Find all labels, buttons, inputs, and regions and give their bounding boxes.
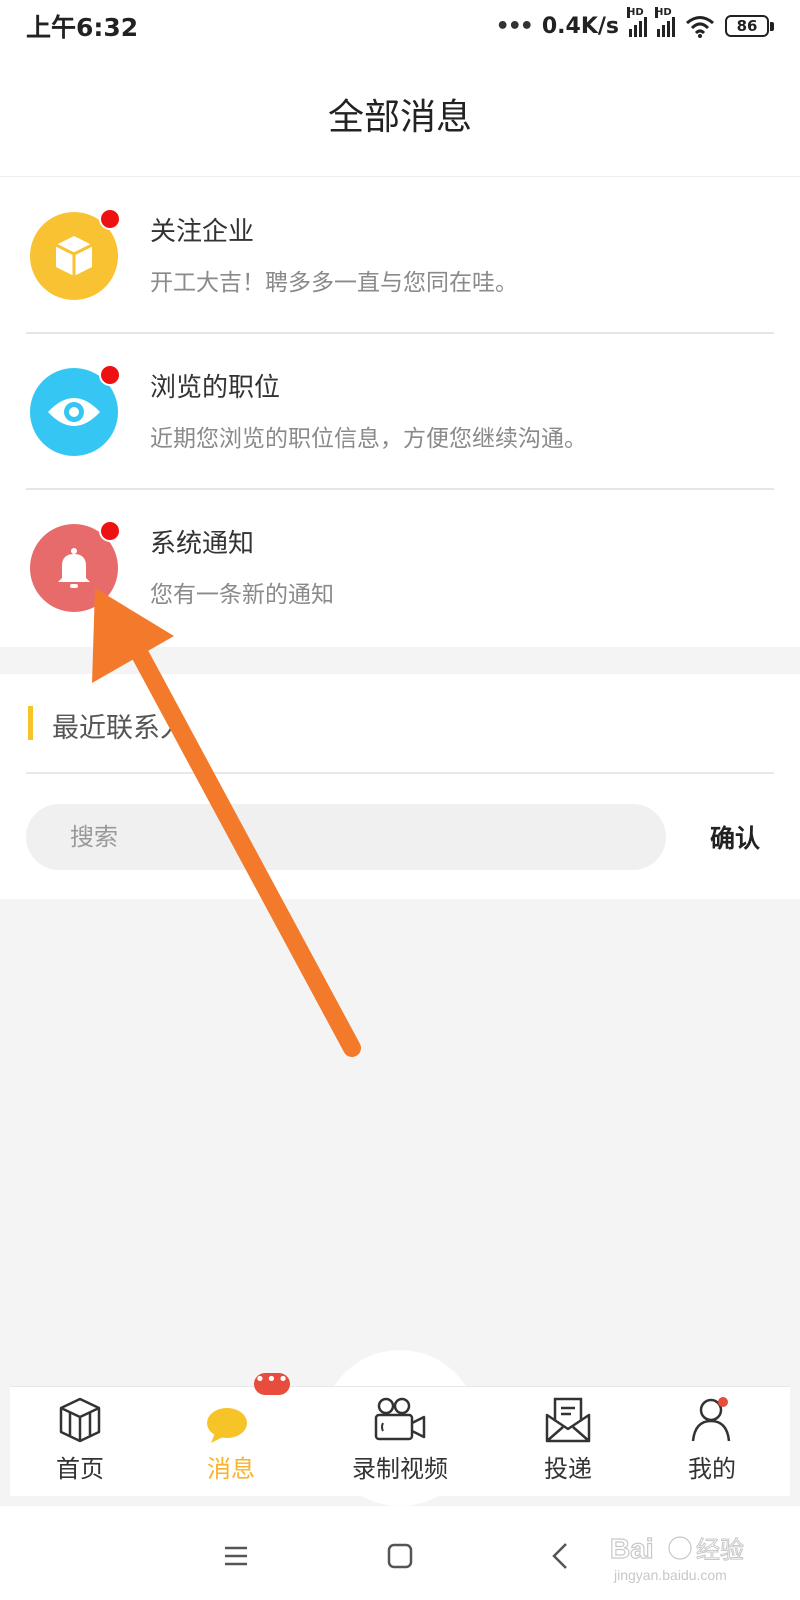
svg-text:Bai: Bai xyxy=(610,1533,654,1564)
status-icons: ••• 0.4K/s HD HD 86 xyxy=(495,7,774,39)
signal-icon-2: HD xyxy=(655,7,675,37)
tab-label: 我的 xyxy=(688,1455,736,1483)
status-bar: 上午6:32 ••• 0.4K/s HD HD 86 xyxy=(0,0,800,52)
menu-button[interactable] xyxy=(206,1526,266,1586)
tab-label: 录制视频 xyxy=(352,1455,448,1483)
message-title: 浏览的职位 xyxy=(150,373,281,403)
unread-dot xyxy=(99,208,121,230)
search-box xyxy=(26,804,666,870)
message-item-system-notice[interactable]: 系统通知 您有一条新的通知 xyxy=(26,489,774,646)
tab-mine[interactable]: 我的 xyxy=(662,1387,762,1497)
wifi-icon xyxy=(686,16,714,38)
video-camera-icon xyxy=(374,1397,426,1441)
system-navigation-bar: Bai 经验 jingyan.baidu.com xyxy=(0,1506,800,1600)
recent-contacts-title: 最近联系人 xyxy=(52,713,187,744)
cube-icon xyxy=(59,1397,101,1443)
tab-home[interactable]: 首页 xyxy=(30,1387,130,1497)
home-button[interactable] xyxy=(370,1526,430,1586)
unread-dot xyxy=(99,520,121,542)
tab-label: 投递 xyxy=(544,1455,592,1483)
status-time: 上午6:32 xyxy=(26,13,139,42)
person-icon xyxy=(691,1397,731,1442)
page-header: 全部消息 xyxy=(0,52,800,177)
tab-label: 首页 xyxy=(56,1455,104,1483)
menu-icon xyxy=(225,1546,247,1566)
bottom-tab-bar: 首页 ••• 消息 录制视频 投递 我的 xyxy=(10,1371,790,1497)
more-dots-icon: ••• xyxy=(495,13,534,39)
battery-level: 86 xyxy=(725,15,769,37)
confirm-button[interactable]: 确认 xyxy=(690,804,780,870)
section-accent-bar xyxy=(28,706,33,740)
svg-text:jingyan.baidu.com: jingyan.baidu.com xyxy=(613,1567,727,1583)
signal-icon: HD xyxy=(627,7,647,37)
chat-bubble-icon xyxy=(207,1408,247,1443)
tab-messages[interactable]: ••• 消息 xyxy=(176,1371,290,1497)
network-speed: 0.4K/s xyxy=(541,13,619,39)
back-chevron-icon xyxy=(552,1543,567,1569)
page-title: 全部消息 xyxy=(327,97,472,138)
back-button[interactable] xyxy=(530,1526,590,1586)
message-item-viewed-jobs[interactable]: 浏览的职位 近期您浏览的职位信息，方便您继续沟通。 xyxy=(26,333,774,490)
unread-badge: ••• xyxy=(254,1371,290,1395)
battery-icon: 86 xyxy=(725,15,774,37)
message-title: 系统通知 xyxy=(150,529,255,559)
message-preview: 您有一条新的通知 xyxy=(150,582,334,608)
message-item-followed-companies[interactable]: 关注企业 开工大吉！聘多多一直与您同在哇。 xyxy=(26,177,774,334)
message-preview: 开工大吉！聘多多一直与您同在哇。 xyxy=(150,270,518,296)
envelope-icon xyxy=(545,1397,591,1443)
recent-contacts-section: 最近联系人 确认 xyxy=(0,674,800,899)
message-list: 关注企业 开工大吉！聘多多一直与您同在哇。 浏览的职位 近期您浏览的职位信息，方… xyxy=(0,177,800,647)
message-title: 关注企业 xyxy=(150,217,255,247)
tab-record-video[interactable]: 录制视频 xyxy=(340,1387,460,1497)
watermark-logo: Bai 经验 jingyan.baidu.com xyxy=(610,1532,745,1583)
tab-label: 消息 xyxy=(207,1455,255,1483)
tab-deliver[interactable]: 投递 xyxy=(518,1387,618,1497)
search-input[interactable] xyxy=(70,804,630,870)
recent-contacts-header: 最近联系人 xyxy=(26,674,774,774)
svg-text:经验: 经验 xyxy=(696,1536,744,1564)
message-preview: 近期您浏览的职位信息，方便您继续沟通。 xyxy=(150,426,587,452)
square-icon xyxy=(387,1543,413,1569)
unread-dot xyxy=(99,364,121,386)
